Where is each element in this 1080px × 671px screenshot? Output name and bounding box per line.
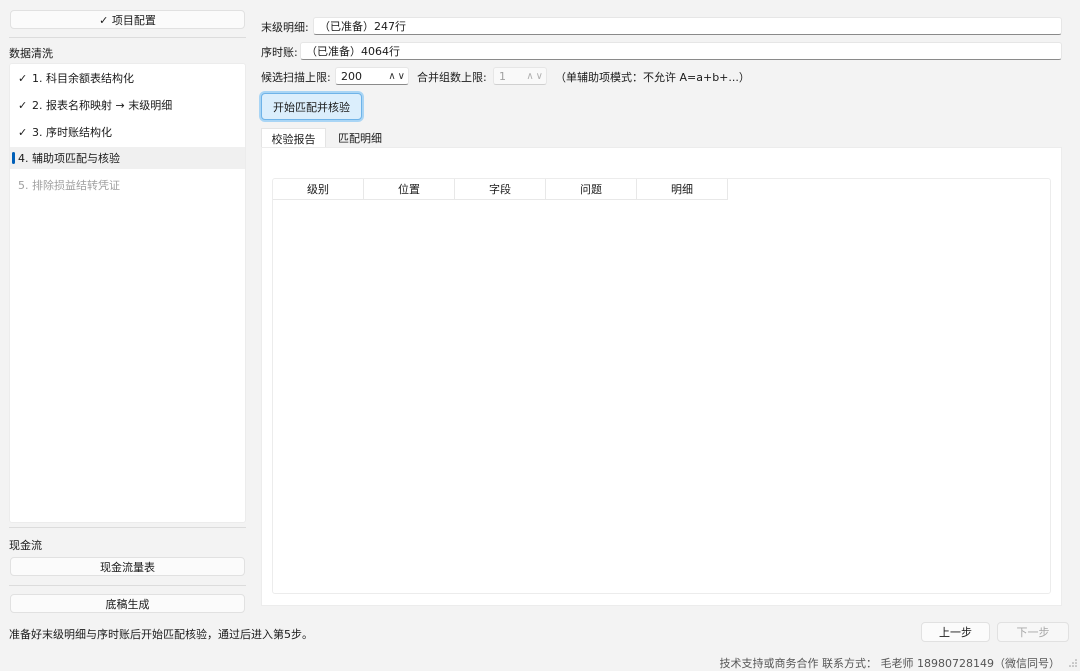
section-cash-flow-label: 现金流 [9, 539, 42, 552]
journal-label: 序时账: [261, 46, 298, 59]
step-item-1[interactable]: ✓ 1. 科目余额表结构化 [10, 67, 245, 89]
chevron-up-icon: ∧ [526, 70, 534, 82]
section-data-cleaning-label: 数据清洗 [9, 47, 53, 60]
table-header: 级别 位置 字段 问题 明细 [273, 179, 728, 200]
check-icon: ✓ [18, 71, 28, 85]
merge-limit-value: 1 [499, 69, 506, 83]
scan-limit-spinbox[interactable]: 200 ∧ ∨ [335, 67, 409, 85]
chevron-down-icon: ∨ [535, 70, 543, 82]
column-header-issue[interactable]: 问题 [546, 179, 637, 199]
steps-list: ✓ 1. 科目余额表结构化 ✓ 2. 报表名称映射 → 末级明细 ✓ 3. 序时… [9, 63, 246, 523]
step-item-5: 5. 排除损益结转凭证 [10, 174, 245, 196]
tab-panel: 级别 位置 字段 问题 明细 [261, 147, 1062, 606]
tab-verification-report[interactable]: 校验报告 [261, 128, 326, 148]
step-label: 1. 科目余额表结构化 [32, 72, 134, 85]
scan-limit-value: 200 [341, 69, 362, 83]
footer-contact: 技术支持或商务合作 联系方式： 毛老师 18980728149（微信同号） [719, 657, 1060, 670]
step-label: 5. 排除损益结转凭证 [18, 179, 120, 192]
resize-grip-icon[interactable] [1069, 659, 1077, 667]
sidebar-divider-middle [9, 527, 246, 528]
active-step-indicator [12, 152, 15, 164]
step-label: 3. 序时账结构化 [32, 126, 112, 139]
detail-field[interactable]: （已准备）247行 [313, 17, 1062, 35]
step-label: 4. 辅助项匹配与核验 [18, 152, 120, 165]
column-header-level[interactable]: 级别 [273, 179, 364, 199]
step-label: 2. 报表名称映射 → 末级明细 [32, 99, 173, 112]
cash-flow-button[interactable]: 现金流量表 [10, 557, 245, 576]
next-step-button: 下一步 [997, 622, 1069, 642]
check-icon: ✓ [18, 125, 28, 139]
step-item-4[interactable]: 4. 辅助项匹配与核验 [10, 147, 245, 169]
column-header-detail[interactable]: 明细 [637, 179, 728, 199]
column-header-location[interactable]: 位置 [364, 179, 455, 199]
check-icon: ✓ [18, 98, 28, 112]
column-header-field[interactable]: 字段 [455, 179, 546, 199]
journal-field[interactable]: （已准备）4064行 [300, 42, 1062, 60]
status-message: 准备好末级明细与序时账后开始匹配核验，通过后进入第5步。 [9, 628, 313, 641]
chevron-down-icon[interactable]: ∨ [398, 71, 405, 82]
prev-step-button[interactable]: 上一步 [921, 622, 990, 642]
step-item-2[interactable]: ✓ 2. 报表名称映射 → 末级明细 [10, 94, 245, 116]
detail-label: 末级明细: [261, 21, 309, 34]
scan-limit-label: 候选扫描上限: [261, 71, 331, 84]
merge-limit-label: 合并组数上限: [417, 71, 487, 84]
tab-match-details[interactable]: 匹配明细 [329, 128, 391, 148]
project-config-button[interactable]: ✓ 项目配置 [10, 10, 245, 29]
step-item-3[interactable]: ✓ 3. 序时账结构化 [10, 121, 245, 143]
merge-limit-spinbox: 1 ∧ ∨ [493, 67, 547, 85]
start-match-verify-button[interactable]: 开始匹配并核验 [261, 93, 362, 120]
draft-generation-button[interactable]: 底稿生成 [10, 594, 245, 613]
mode-note: （单辅助项模式：不允许 A=a+b+...） [555, 71, 750, 84]
sidebar-divider-top [9, 37, 246, 38]
sidebar-divider-bottom [9, 585, 246, 586]
chevron-up-icon[interactable]: ∧ [388, 71, 395, 82]
report-table[interactable]: 级别 位置 字段 问题 明细 [272, 178, 1051, 594]
